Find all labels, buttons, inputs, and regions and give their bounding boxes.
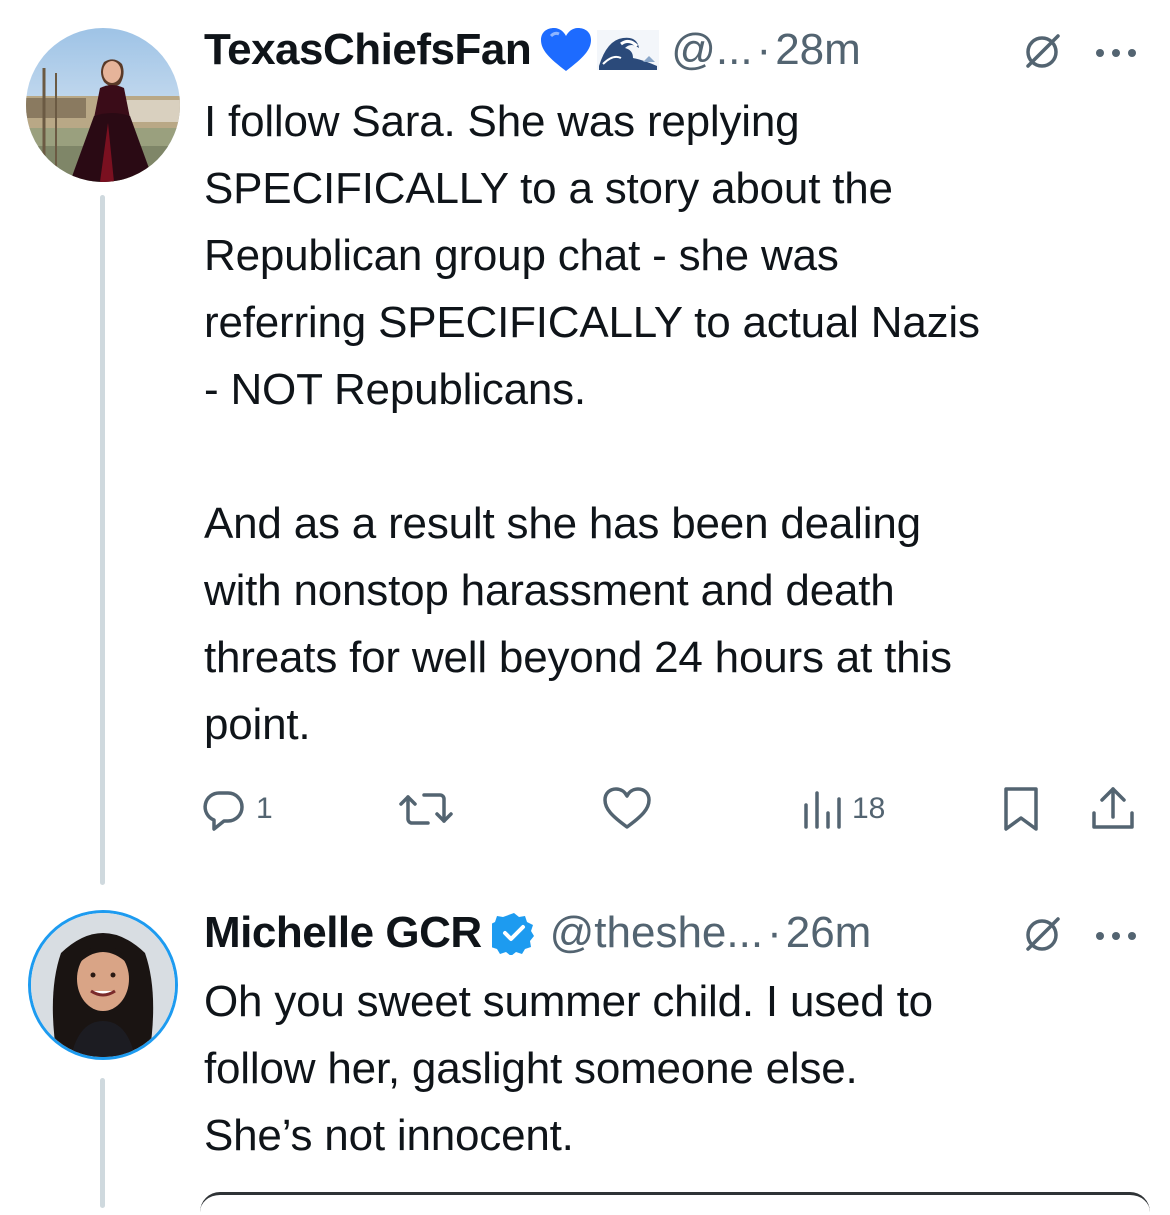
reply-composer-edge [200, 1192, 1150, 1215]
separator-dot: · [756, 25, 772, 74]
avatar[interactable] [26, 28, 180, 182]
tweet-texaschiefsfan[interactable]: TexasChiefsFan @... · 28m I follow Sara.… [0, 0, 1170, 885]
display-name[interactable]: TexasChiefsFan [204, 25, 532, 75]
repost-icon [396, 785, 456, 833]
avatar-photo [31, 913, 175, 1057]
share-icon [1088, 785, 1138, 833]
grok-icon[interactable] [1020, 30, 1064, 74]
tweet-header: Michelle GCR @theshe... · 26m [204, 903, 871, 963]
handle[interactable]: @theshe... [550, 908, 763, 958]
views-icon [800, 785, 844, 833]
wave-icon [597, 26, 660, 74]
avatar[interactable] [28, 910, 178, 1060]
bookmark-button[interactable] [998, 783, 1044, 835]
repost-button[interactable] [396, 783, 464, 835]
reply-count: 1 [256, 792, 273, 825]
separator-dot: · [767, 908, 782, 957]
blue-heart-icon [539, 26, 593, 74]
heart-icon [600, 785, 654, 833]
tweet-text: Oh you sweet summer child. I used to fol… [204, 977, 933, 1160]
display-name[interactable]: Michelle GCR [204, 908, 482, 958]
tweet-actions: 1 18 [200, 783, 1150, 835]
timestamp[interactable]: 26m [786, 908, 872, 958]
verified-badge-icon [491, 911, 536, 955]
avatar-photo [26, 28, 180, 182]
thread-line [100, 195, 105, 885]
reply-icon [200, 785, 248, 833]
bookmark-icon [998, 785, 1044, 833]
tweet-header: TexasChiefsFan @... · 28m [204, 20, 861, 80]
views-button[interactable]: 18 [800, 783, 885, 835]
tweet-text: I follow Sara. She was replying SPECIFIC… [204, 97, 980, 749]
like-button[interactable] [600, 783, 662, 835]
reply-button[interactable]: 1 [200, 783, 273, 835]
tweet-michelle-gcr[interactable]: Michelle GCR @theshe... · 26m Oh you swe… [0, 880, 1170, 1208]
more-options-icon[interactable] [1090, 918, 1142, 954]
share-button[interactable] [1088, 783, 1138, 835]
more-options-icon[interactable] [1090, 35, 1142, 71]
thread-line [100, 1078, 105, 1208]
grok-icon[interactable] [1020, 913, 1064, 957]
timestamp[interactable]: 28m [775, 25, 861, 75]
views-count: 18 [852, 792, 886, 825]
handle[interactable]: @... [671, 25, 752, 75]
